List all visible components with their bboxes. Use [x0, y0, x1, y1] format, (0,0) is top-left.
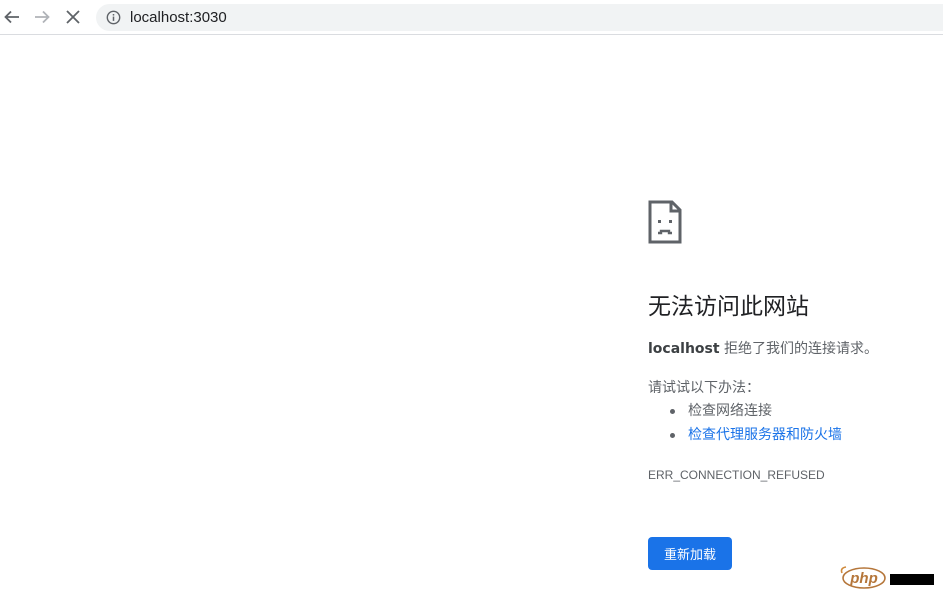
php-logo-text: php — [849, 570, 878, 587]
url-text[interactable]: localhost:3030 — [130, 8, 227, 27]
forward-button[interactable] — [30, 5, 54, 29]
error-code: ERR_CONNECTION_REFUSED — [648, 468, 825, 482]
suggestions-list: 检查网络连接 检查代理服务器和防火墙 — [670, 402, 842, 450]
arrow-right-icon — [35, 10, 50, 24]
suggestion-check-network: 检查网络连接 — [688, 403, 772, 419]
bullet-icon — [670, 409, 675, 414]
browser-toolbar: localhost:3030 — [0, 0, 943, 35]
browser-window: localhost:3030 无法访问此网站 localhost 拒绝了我们的连… — [0, 0, 943, 611]
reload-button[interactable]: 重新加载 — [648, 537, 732, 570]
error-title: 无法访问此网站 — [648, 294, 809, 320]
stop-loading-button[interactable] — [61, 5, 85, 29]
list-item: 检查网络连接 — [670, 402, 842, 426]
error-summary: localhost 拒绝了我们的连接请求。 — [648, 340, 878, 358]
watermark: php — [838, 564, 936, 592]
sad-page-icon — [648, 200, 682, 244]
summary-text: 拒绝了我们的连接请求。 — [719, 341, 879, 357]
back-button[interactable] — [0, 5, 24, 29]
bullet-icon — [670, 433, 675, 438]
arrow-left-icon — [4, 10, 19, 24]
info-circle-icon[interactable] — [106, 10, 121, 25]
summary-host: localhost — [648, 341, 720, 357]
php-logo: php — [840, 566, 886, 589]
close-icon — [66, 10, 80, 24]
suggestion-check-proxy-link[interactable]: 检查代理服务器和防火墙 — [688, 427, 842, 443]
address-bar[interactable]: localhost:3030 — [96, 4, 943, 31]
list-item: 检查代理服务器和防火墙 — [670, 426, 842, 450]
suggestions-heading: 请试试以下办法： — [648, 380, 760, 396]
watermark-bar — [890, 574, 934, 585]
